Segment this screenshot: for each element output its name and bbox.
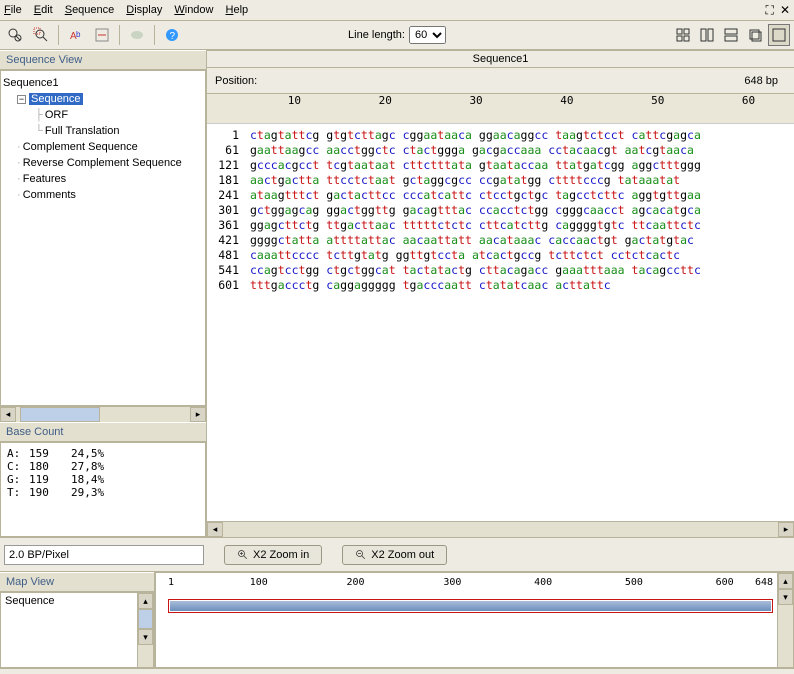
sequence-line[interactable]: 61 gaattaagcc aacctggctc ctactggga gacga…	[211, 143, 786, 158]
svg-text:b: b	[76, 30, 81, 39]
close-icon[interactable]: ✕	[780, 3, 790, 18]
menu-window[interactable]: Window	[174, 4, 213, 16]
zoom-select-icon[interactable]	[30, 24, 52, 46]
sequence-line[interactable]: 481 caaattcccc tcttgtatg ggttgtccta atca…	[211, 248, 786, 263]
tool-b-icon[interactable]	[91, 24, 113, 46]
base-count-row: A:15924,5%	[7, 447, 199, 460]
zoom-out-button[interactable]: X2 Zoom out	[342, 545, 447, 565]
window-controls: ⛶ ✕	[766, 3, 790, 18]
sequence-line[interactable]: 361 ggagcttctg ttgacttaac tttttctctc ctt…	[211, 218, 786, 233]
base-count-row: T:19029,3%	[7, 486, 199, 499]
tree-comments[interactable]: · Comments	[3, 187, 203, 203]
tree-reverse-complement[interactable]: · Reverse Complement Sequence	[3, 155, 203, 171]
sequence-line[interactable]: 241 ataagtttct gactacttcc cccatcattc ctc…	[211, 188, 786, 203]
map-list-vscroll[interactable]: ▴▾	[137, 593, 153, 667]
toolbar: Ab ? Line length: 60	[0, 20, 794, 50]
sequence-line[interactable]: 1 ctagtattcg gtgtcttagc cggaataaca ggaac…	[211, 128, 786, 143]
tree-complement[interactable]: · Complement Sequence	[3, 139, 203, 155]
tool-blob-icon[interactable]	[126, 24, 148, 46]
tree-hscroll[interactable]: ◂▸	[0, 406, 206, 422]
map-list: Sequence ▴▾	[0, 592, 154, 668]
sequence-line[interactable]: 121 gcccacgcct tcgtaataat cttctttata gta…	[211, 158, 786, 173]
tree-root[interactable]: Sequence1	[3, 75, 203, 91]
sequence-title: Sequence1	[207, 51, 794, 68]
sequence-tree: Sequence1 −Sequence ├ ORF └ Full Transla…	[0, 70, 206, 406]
sequence-length: 648 bp	[744, 75, 778, 87]
base-count-table: A:15924,5%C:18027,8%G:11918,4%T:19029,3%	[0, 442, 206, 537]
sequence-view-header: Sequence View	[0, 50, 206, 70]
base-count-row: G:11918,4%	[7, 473, 199, 486]
line-length-label: Line length:	[348, 29, 405, 41]
sequence-body[interactable]: 1 ctagtattcg gtgtcttagc cggaataaca ggaac…	[207, 124, 794, 521]
status-bar	[0, 668, 794, 674]
menu-sequence[interactable]: Sequence	[65, 4, 115, 16]
map-sequence-bar[interactable]	[168, 599, 773, 613]
sequence-hscroll[interactable]: ◂ ▸	[207, 521, 794, 537]
zoom-fit-icon[interactable]	[4, 24, 26, 46]
map-canvas[interactable]: 1100200300400500600648 ▴▾	[155, 572, 794, 668]
menu-file[interactable]: File	[4, 4, 22, 16]
tool-a-icon[interactable]: Ab	[65, 24, 87, 46]
sequence-line[interactable]: 601 tttgaccctg caggaggggg tgacccaatt cta…	[211, 278, 786, 293]
menu-help[interactable]: Help	[226, 4, 249, 16]
map-vscroll[interactable]: ▴▾	[777, 573, 793, 667]
restore-icon[interactable]: ⛶	[766, 3, 774, 18]
zoom-in-button[interactable]: X2 Zoom in	[224, 545, 322, 565]
sequence-ruler: 102030405060	[207, 94, 794, 124]
map-list-item[interactable]: Sequence	[5, 595, 149, 607]
tree-orf[interactable]: ├ ORF	[3, 107, 203, 123]
menu-display[interactable]: Display	[126, 4, 162, 16]
layout-grid-icon[interactable]	[672, 24, 694, 46]
position-label: Position:	[215, 75, 257, 87]
layout-full-icon[interactable]	[768, 24, 790, 46]
map-ruler: 1100200300400500600648	[168, 577, 773, 593]
sequence-line[interactable]: 181 aactgactta ttcctctaat gctaggcgcc ccg…	[211, 173, 786, 188]
menu-edit[interactable]: Edit	[34, 4, 53, 16]
sequence-line[interactable]: 301 gctggagcag ggactggttg gacagtttac cca…	[211, 203, 786, 218]
line-length-select[interactable]: 60	[409, 26, 446, 44]
layout-cols-icon[interactable]	[696, 24, 718, 46]
sequence-line[interactable]: 541 ccagtcctgg ctgctggcat tactatactg ctt…	[211, 263, 786, 278]
bp-per-pixel-input[interactable]	[4, 545, 204, 565]
help-icon[interactable]: ?	[161, 24, 183, 46]
layout-stack-icon[interactable]	[744, 24, 766, 46]
menu-bar: File Edit Sequence Display Window Help ⛶…	[0, 0, 794, 20]
map-view-header: Map View	[0, 572, 154, 592]
tree-sequence[interactable]: −Sequence	[3, 91, 203, 107]
sequence-line[interactable]: 421 ggggctatta attttattac aacaattatt aac…	[211, 233, 786, 248]
base-count-header: Base Count	[0, 422, 206, 442]
base-count-row: C:18027,8%	[7, 460, 199, 473]
tree-features[interactable]: · Features	[3, 171, 203, 187]
svg-text:?: ?	[170, 31, 176, 42]
layout-rows-icon[interactable]	[720, 24, 742, 46]
tree-full-translation[interactable]: └ Full Translation	[3, 123, 203, 139]
